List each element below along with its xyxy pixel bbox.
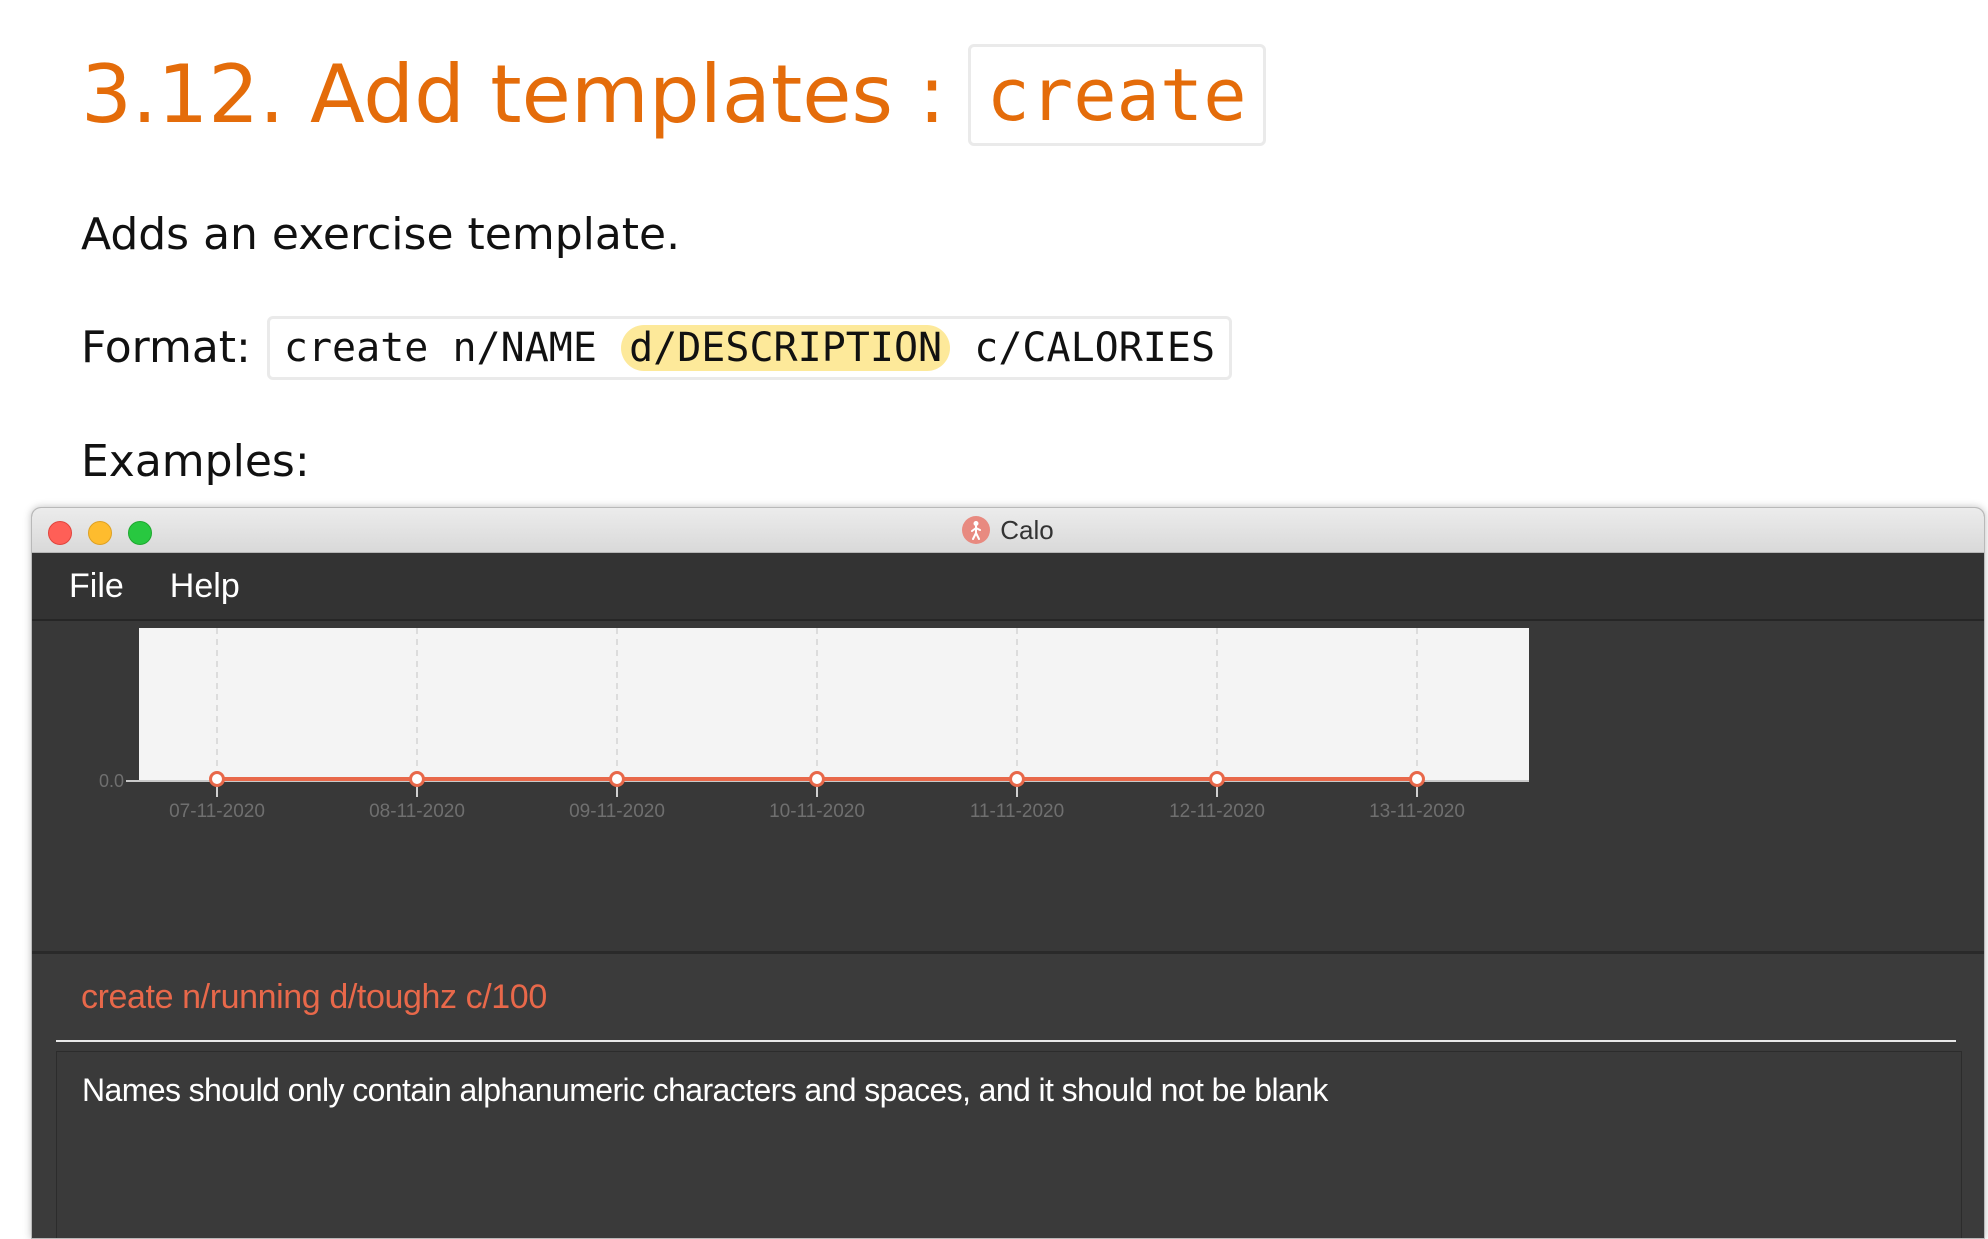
command-box[interactable] [56, 954, 1956, 1042]
window-titlebar[interactable]: Calo [32, 508, 1984, 553]
data-point [1009, 771, 1025, 787]
format-code-part: create n/NAME [283, 325, 597, 371]
x-tick-label: 07-11-2020 [169, 801, 265, 822]
format-code: create n/NAME d/DESCRIPTION c/CALORIES [266, 316, 1233, 380]
calorie-chart-panel: 0.0 07-11-2020 08-11-2020 09-11-2020 10-11-2… [32, 621, 1984, 954]
data-point [609, 771, 625, 787]
app-window: Calo File Help 0.0 07-11-2020 08-11-2020 09… [31, 507, 1985, 1239]
command-input[interactable] [56, 977, 1956, 1017]
format-code-part: c/CALORIES [974, 325, 1216, 371]
result-display: Names should only contain alphanumeric c… [56, 1051, 1962, 1238]
calorie-line-chart: 0.0 07-11-2020 08-11-2020 09-11-2020 10-11-2… [99, 628, 1529, 822]
menu-help[interactable]: Help [170, 567, 240, 606]
x-tick-label: 11-11-2020 [970, 801, 1064, 822]
x-tick-label: 08-11-2020 [369, 801, 465, 822]
menu-bar: File Help [32, 553, 1984, 621]
section-heading: 3.12. Add templates : create [81, 44, 1266, 146]
window-title-text: Calo [1000, 514, 1054, 545]
x-tick-label: 09-11-2020 [569, 801, 665, 822]
app-icon [962, 516, 991, 544]
data-point [1209, 771, 1225, 787]
format-line: Format: create n/NAME d/DESCRIPTION c/CA… [81, 316, 1233, 380]
data-point [209, 771, 225, 787]
plot-area [139, 628, 1529, 781]
heading-command-code: create [967, 44, 1266, 146]
window-title: Calo [32, 508, 1984, 552]
data-point [1409, 771, 1425, 787]
section-description: Adds an exercise template. [81, 209, 681, 260]
menu-file[interactable]: File [69, 567, 124, 606]
section-heading-text: 3.12. Add templates : [81, 48, 946, 141]
format-label: Format: [81, 322, 251, 373]
x-tick-label: 12-11-2020 [1169, 801, 1265, 822]
examples-label: Examples: [81, 436, 310, 487]
data-point [409, 771, 425, 787]
x-tick-label: 10-11-2020 [769, 801, 865, 822]
data-point [809, 771, 825, 787]
result-message: Names should only contain alphanumeric c… [82, 1072, 1328, 1108]
format-code-highlight: d/DESCRIPTION [621, 325, 951, 371]
x-tick-label: 13-11-2020 [1369, 801, 1465, 822]
y-tick-label: 0.0 [99, 771, 124, 791]
